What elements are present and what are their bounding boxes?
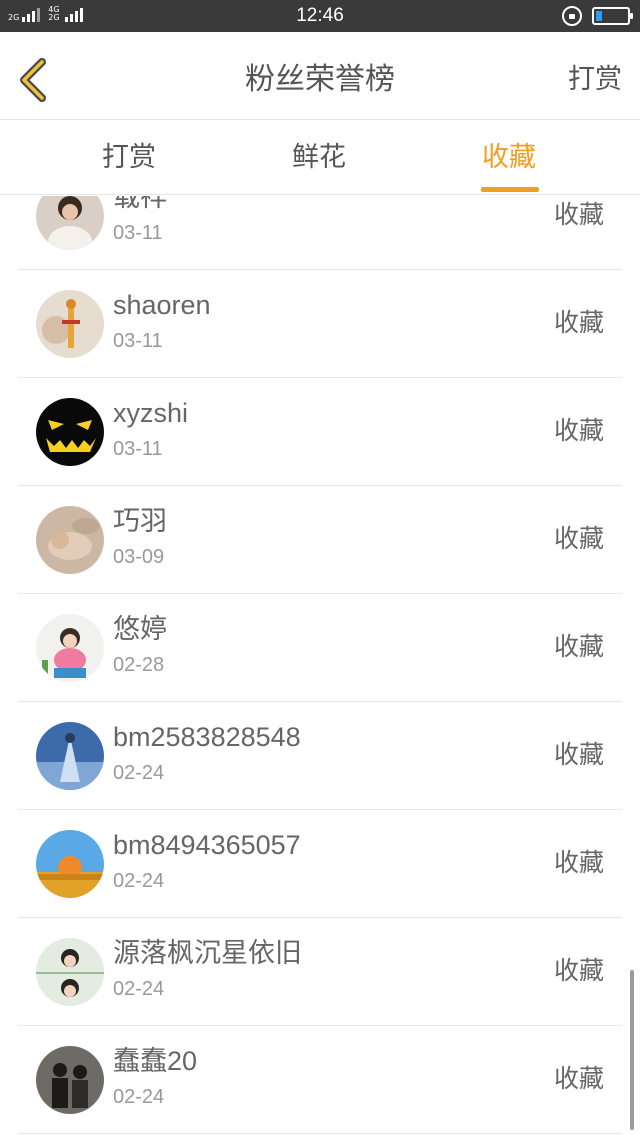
list-item[interactable]: 悠婷 02-28 收藏 (18, 594, 622, 702)
rotation-lock-icon (562, 6, 582, 26)
battery-icon (592, 7, 633, 25)
user-name: 巧羽 (113, 506, 167, 536)
action-type: 收藏 (553, 308, 604, 337)
page-title: 粉丝荣誉榜 (245, 62, 395, 97)
user-date: 02-24 (113, 870, 165, 892)
action-type: 收藏 (553, 416, 604, 445)
tab-bar: 打赏 鲜花 收藏 (0, 121, 640, 195)
avatar (36, 290, 104, 358)
user-name: 载祥 (113, 196, 167, 212)
avatar (36, 830, 104, 898)
user-date: 03-11 (113, 330, 163, 352)
list-item[interactable]: 源落枫沉星依旧 02-24 收藏 (18, 918, 622, 1026)
list-item[interactable]: 载祥 03-11 收藏 (18, 196, 622, 270)
action-type: 收藏 (553, 1064, 604, 1093)
battery-level (596, 11, 602, 21)
user-date: 03-11 (113, 222, 163, 244)
action-type: 收藏 (553, 740, 604, 769)
reward-button[interactable]: 打赏 (568, 60, 622, 100)
user-name: 源落枫沉星依旧 (113, 938, 302, 968)
user-name: shaoren (113, 290, 211, 320)
user-date: 02-24 (113, 978, 165, 1000)
user-name: bm2583828548 (113, 722, 301, 752)
avatar (36, 196, 104, 250)
list-item[interactable]: 巧羽 03-09 收藏 (18, 486, 622, 594)
user-name: xyzshi (113, 398, 189, 428)
avatar (36, 506, 104, 574)
list-item[interactable]: bm2583828548 02-24 收藏 (18, 702, 622, 810)
list-item[interactable]: bm8494365057 02-24 收藏 (18, 810, 622, 918)
user-date: 03-09 (113, 546, 165, 568)
user-name: bm8494365057 (113, 830, 301, 860)
action-type: 收藏 (553, 524, 604, 553)
action-type: 收藏 (553, 200, 604, 229)
list-item[interactable]: 蠢蠢20 02-24 收藏 (18, 1026, 622, 1134)
user-name: 悠婷 (113, 614, 167, 644)
fan-list[interactable]: 载祥 03-11 收藏 shaoren 03-11 收藏 xyzshi 03-1… (0, 196, 640, 1138)
status-bar: 2G 4G 2G 12:46 (0, 0, 640, 32)
avatar (36, 938, 104, 1006)
list-item[interactable]: xyzshi 03-11 收藏 (18, 378, 622, 486)
tab-reward[interactable]: 打赏 (102, 139, 156, 177)
list-item[interactable]: shaoren 03-11 收藏 (18, 270, 622, 378)
header: 粉丝荣誉榜 打赏 (0, 32, 640, 120)
action-type: 收藏 (553, 632, 604, 661)
active-tab-indicator (481, 187, 539, 192)
tab-favorites[interactable]: 收藏 (482, 139, 536, 177)
user-name: 蠢蠢20 (113, 1046, 198, 1076)
user-date: 02-28 (113, 654, 165, 676)
action-type: 收藏 (553, 956, 604, 985)
user-date: 03-11 (113, 438, 163, 460)
list-scrollbar[interactable] (630, 970, 634, 1130)
user-date: 02-24 (113, 1086, 165, 1108)
avatar (36, 614, 104, 682)
avatar (36, 398, 104, 466)
avatar (36, 1046, 104, 1114)
user-date: 02-24 (113, 762, 165, 784)
status-time: 12:46 (296, 5, 344, 26)
action-type: 收藏 (553, 848, 604, 877)
avatar (36, 722, 104, 790)
tab-flowers[interactable]: 鲜花 (292, 139, 346, 177)
